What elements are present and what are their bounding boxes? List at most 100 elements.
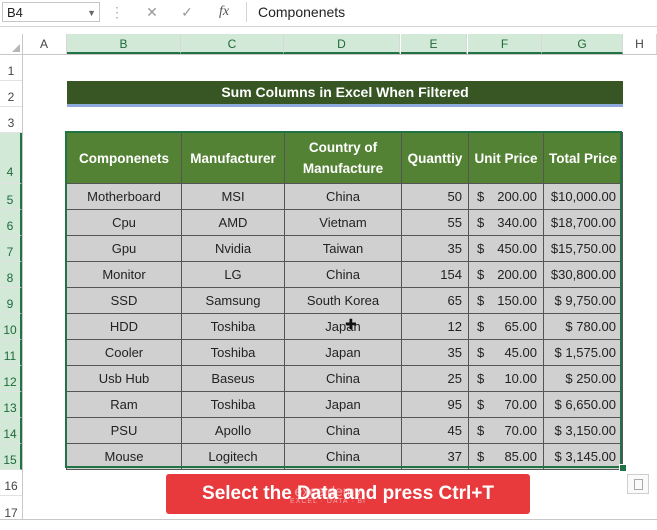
cell-total-price[interactable]: $ 3,150.00 [543, 417, 623, 444]
cell-manufacturer[interactable]: Toshiba [181, 313, 285, 340]
cell-country[interactable]: China [284, 365, 402, 392]
cell-total-price[interactable]: $18,700.00 [543, 209, 623, 236]
cell-total-price[interactable]: $10,000.00 [543, 183, 623, 210]
cell-unit-price[interactable]: $45.00 [468, 339, 544, 366]
cell-country[interactable]: China [284, 417, 402, 444]
cell-manufacturer[interactable]: Logitech [181, 443, 285, 470]
cell-component[interactable]: Cooler [66, 339, 182, 366]
cell-quantity[interactable]: 35 [401, 339, 469, 366]
row-header-3[interactable]: 3 [0, 107, 22, 133]
column-header-a[interactable]: A [22, 34, 67, 54]
row-header-6[interactable]: 6 [0, 210, 22, 236]
cell-manufacturer[interactable]: Toshiba [181, 339, 285, 366]
cell-quantity[interactable]: 25 [401, 365, 469, 392]
row-header-16[interactable]: 16 [0, 470, 22, 496]
row-header-5[interactable]: 5 [0, 184, 22, 210]
row-header-12[interactable]: 12 [0, 366, 22, 392]
cell-component[interactable]: HDD [66, 313, 182, 340]
name-box[interactable]: B4 ▼ [2, 2, 100, 22]
cell-unit-price[interactable]: $450.00 [468, 235, 544, 262]
cell-country[interactable]: China [284, 261, 402, 288]
cell-quantity[interactable]: 50 [401, 183, 469, 210]
cell-manufacturer[interactable]: Toshiba [181, 391, 285, 418]
cell-country[interactable]: China [284, 183, 402, 210]
sheet-title[interactable]: Sum Columns in Excel When Filtered [67, 81, 623, 104]
cancel-icon[interactable]: ✕ [143, 3, 161, 21]
cell-unit-price[interactable]: $70.00 [468, 391, 544, 418]
row-header-9[interactable]: 9 [0, 288, 22, 314]
cell-component[interactable]: SSD [66, 287, 182, 314]
cell-quantity[interactable]: 35 [401, 235, 469, 262]
row-header-2[interactable]: 2 [0, 81, 22, 107]
cell-country[interactable]: Japan [284, 339, 402, 366]
cell-total-price[interactable]: $ 3,145.00 [543, 443, 623, 470]
cell-manufacturer[interactable]: Samsung [181, 287, 285, 314]
paste-options-icon[interactable] [627, 474, 649, 494]
column-header-d[interactable]: D [284, 34, 400, 54]
formula-input[interactable]: Componenets [246, 2, 657, 22]
enter-icon[interactable]: ✓ [178, 3, 196, 21]
cell-manufacturer[interactable]: Apollo [181, 417, 285, 444]
cell-component[interactable]: Monitor [66, 261, 182, 288]
cell-country[interactable]: Vietnam [284, 209, 402, 236]
header-manufacturer[interactable]: Manufacturer [181, 132, 285, 184]
cell-total-price[interactable]: $ 6,650.00 [543, 391, 623, 418]
header-componenets[interactable]: Componenets [66, 132, 182, 184]
fill-handle[interactable] [619, 464, 627, 472]
cell-quantity[interactable]: 37 [401, 443, 469, 470]
cell-unit-price[interactable]: $200.00 [468, 183, 544, 210]
cell-component[interactable]: Motherboard [66, 183, 182, 210]
cell-unit-price[interactable]: $340.00 [468, 209, 544, 236]
row-header-14[interactable]: 14 [0, 418, 22, 444]
cell-total-price[interactable]: $ 9,750.00 [543, 287, 623, 314]
cell-quantity[interactable]: 154 [401, 261, 469, 288]
header-quantity[interactable]: Quanttiy [401, 132, 469, 184]
cell-unit-price[interactable]: $70.00 [468, 417, 544, 444]
cell-quantity[interactable]: 45 [401, 417, 469, 444]
cell-total-price[interactable]: $ 250.00 [543, 365, 623, 392]
cell-component[interactable]: Mouse [66, 443, 182, 470]
column-header-c[interactable]: C [181, 34, 284, 54]
select-all-button[interactable] [0, 34, 23, 54]
cell-total-price[interactable]: $15,750.00 [543, 235, 623, 262]
header-country[interactable]: Country of Manufacture [284, 132, 402, 184]
data-table[interactable]: Componenets Manufacturer Country of Manu… [66, 132, 623, 470]
column-header-h[interactable]: H [623, 34, 657, 54]
cell-component[interactable]: PSU [66, 417, 182, 444]
row-header-8[interactable]: 8 [0, 262, 22, 288]
cell-manufacturer[interactable]: AMD [181, 209, 285, 236]
cell-manufacturer[interactable]: Baseus [181, 365, 285, 392]
row-header-7[interactable]: 7 [0, 236, 22, 262]
row-header-1[interactable]: 1 [0, 55, 22, 81]
column-header-e[interactable]: E [401, 34, 467, 54]
header-unit-price[interactable]: Unit Price [468, 132, 544, 184]
cell-unit-price[interactable]: $10.00 [468, 365, 544, 392]
cell-unit-price[interactable]: $85.00 [468, 443, 544, 470]
cell-component[interactable]: Cpu [66, 209, 182, 236]
column-header-b[interactable]: B [67, 34, 181, 54]
cell-country[interactable]: China [284, 443, 402, 470]
more-options-icon[interactable]: ⋮ [108, 3, 126, 21]
cell-component[interactable]: Usb Hub [66, 365, 182, 392]
cell-country[interactable]: Taiwan [284, 235, 402, 262]
cell-total-price[interactable]: $ 780.00 [543, 313, 623, 340]
cell-country[interactable]: South Korea [284, 287, 402, 314]
insert-function-icon[interactable]: fx [215, 3, 233, 21]
row-header-10[interactable]: 10 [0, 314, 22, 340]
row-header-13[interactable]: 13 [0, 392, 22, 418]
cell-country[interactable]: Japan [284, 391, 402, 418]
column-header-f[interactable]: F [468, 34, 542, 54]
cell-quantity[interactable]: 55 [401, 209, 469, 236]
cell-quantity[interactable]: 95 [401, 391, 469, 418]
row-header-11[interactable]: 11 [0, 340, 22, 366]
cell-unit-price[interactable]: $150.00 [468, 287, 544, 314]
chevron-down-icon[interactable]: ▼ [87, 3, 96, 23]
cell-component[interactable]: Gpu [66, 235, 182, 262]
cell-quantity[interactable]: 65 [401, 287, 469, 314]
cell-total-price[interactable]: $30,800.00 [543, 261, 623, 288]
header-total-price[interactable]: Total Price [543, 132, 623, 184]
cell-quantity[interactable]: 12 [401, 313, 469, 340]
cell-unit-price[interactable]: $65.00 [468, 313, 544, 340]
row-header-15[interactable]: 15 [0, 444, 22, 470]
column-header-g[interactable]: G [542, 34, 623, 54]
